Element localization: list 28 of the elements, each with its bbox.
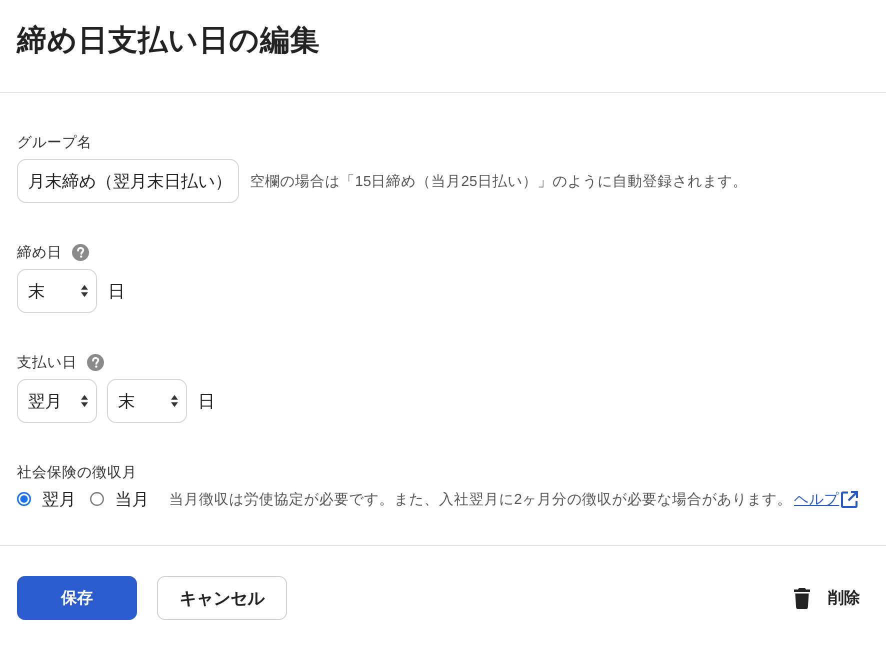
hint-text: 空欄の場合は「15日締め（当月25日払い）」のように自動登録されます。: [250, 172, 748, 190]
dropdown[interactable]: 末: [107, 379, 187, 423]
field-label: 社会保険の徴収月: [17, 464, 137, 482]
unit-label: 日: [108, 280, 125, 302]
cancel-button[interactable]: キャンセル: [157, 576, 287, 620]
external-link-icon: [841, 490, 858, 508]
save-button[interactable]: 保存: [17, 576, 137, 620]
up-down-arrows-icon: [81, 285, 88, 297]
dialog-title: 締め日支払い日の編集: [17, 23, 320, 59]
up-down-arrows-icon: [171, 395, 178, 407]
help-icon[interactable]: [87, 354, 104, 370]
dropdown[interactable]: 末: [17, 269, 97, 313]
radio-button[interactable]: [90, 492, 104, 506]
radio-button[interactable]: [17, 492, 31, 506]
field-label: 締め日: [17, 244, 62, 262]
delete-button[interactable]: 削除: [794, 576, 869, 620]
trash-icon: [794, 588, 810, 608]
radio-label[interactable]: 当月: [115, 488, 149, 510]
unit-label: 日: [198, 390, 215, 412]
help-link[interactable]: ヘルプ: [794, 490, 858, 508]
note-text: 当月徴収は労使協定が必要です。また、入社翌月に2ヶ月分の徴収が必要な場合があります。: [169, 490, 792, 508]
help-icon[interactable]: [72, 244, 89, 260]
group-name-input[interactable]: 月末締め（翌月末日払い）: [17, 159, 239, 203]
radio-label[interactable]: 翌月: [42, 488, 76, 510]
field-label: 支払い日: [17, 354, 77, 372]
field-label: グループ名: [17, 134, 92, 152]
up-down-arrows-icon: [81, 395, 88, 407]
dropdown[interactable]: 翌月: [17, 379, 97, 423]
